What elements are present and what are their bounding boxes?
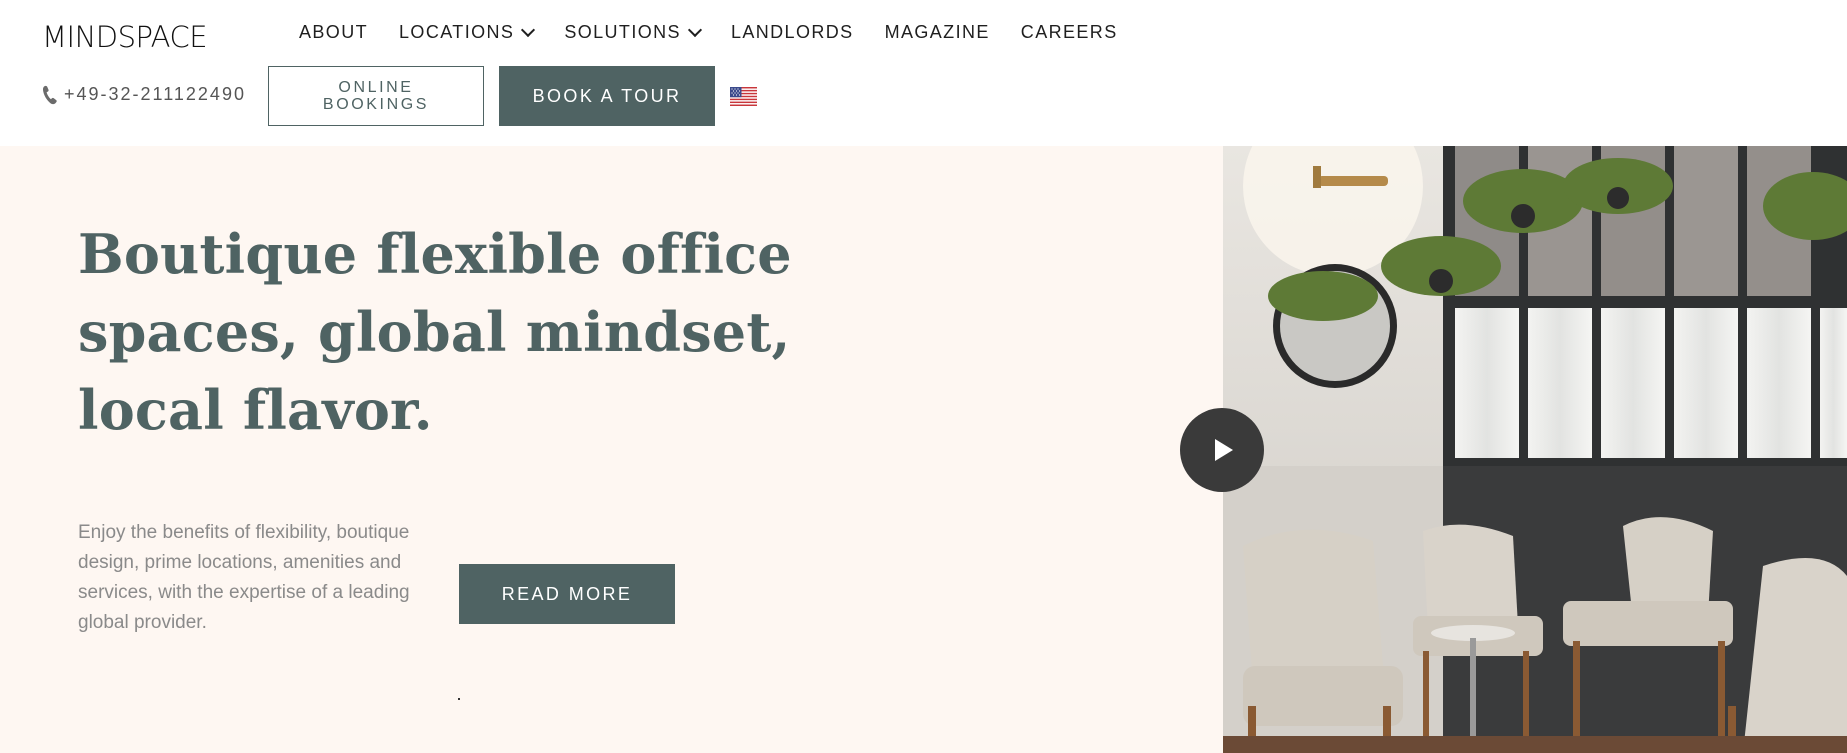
phone-number: +49-32-211122490 <box>64 84 246 104</box>
nav-item-label: LANDLORDS <box>730 22 854 42</box>
hero-image <box>1223 146 1847 753</box>
nav-item-label: MAGAZINE <box>884 22 990 42</box>
us-flag-icon[interactable] <box>730 87 757 106</box>
nav-item-careers[interactable]: CAREERS <box>1021 22 1118 43</box>
book-a-tour-button[interactable]: BOOK A TOUR <box>499 66 715 126</box>
nav-item-label: CAREERS <box>1020 22 1118 42</box>
nav-item-label: LOCATIONS <box>399 22 515 42</box>
chevron-down-icon <box>521 22 536 37</box>
nav-item-landlords[interactable]: LANDLORDS <box>731 22 854 43</box>
play-icon <box>1215 439 1233 461</box>
phone-icon <box>42 85 57 104</box>
nav-item-magazine[interactable]: MAGAZINE <box>885 22 990 43</box>
hero-title: Boutique flexible office spaces, global … <box>78 222 792 442</box>
mindspace-logo[interactable]: MINDSPACE <box>42 20 208 54</box>
hero-description: Enjoy the benefits of flexibility, bouti… <box>78 522 410 633</box>
decorative-dot <box>458 698 460 700</box>
nav-item-label: ABOUT <box>299 22 369 42</box>
play-video-button[interactable] <box>1180 408 1264 492</box>
main-nav: ABOUT LOCATIONS SOLUTIONS LANDLORDS MAGA… <box>299 22 1149 43</box>
site-header: MINDSPACE ABOUT LOCATIONS SOLUTIONS LAND… <box>0 0 1847 146</box>
online-bookings-button[interactable]: ONLINE BOOKINGS <box>268 66 484 126</box>
office-lounge-illustration <box>1223 146 1847 753</box>
nav-item-locations[interactable]: LOCATIONS <box>399 22 536 43</box>
chevron-down-icon <box>687 22 703 37</box>
read-more-button[interactable]: READ MORE <box>459 564 675 624</box>
nav-item-solutions[interactable]: SOLUTIONS <box>564 22 703 43</box>
nav-item-about[interactable]: ABOUT <box>299 22 368 43</box>
nav-item-label: SOLUTIONS <box>564 22 681 42</box>
phone-link[interactable]: +49-32-211122490 <box>42 84 246 105</box>
